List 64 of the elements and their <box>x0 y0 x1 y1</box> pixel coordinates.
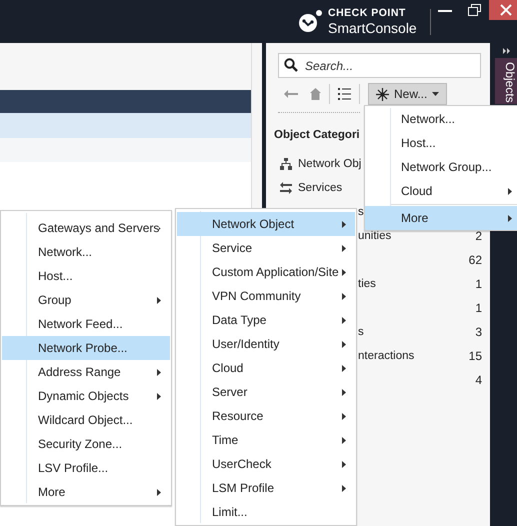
product-name: SmartConsole <box>328 21 417 36</box>
menu-item[interactable]: Network... <box>365 107 517 131</box>
menu-item[interactable]: LSV Profile... <box>2 456 170 480</box>
menu-item[interactable]: More <box>2 480 170 504</box>
category-item[interactable]: s <box>358 206 364 218</box>
brand-name: CHECK POINT <box>328 8 407 18</box>
search-field[interactable]: Search... <box>278 53 481 78</box>
restore-button[interactable] <box>468 4 481 16</box>
menu-item[interactable]: Dynamic Objects <box>2 384 170 408</box>
menu-item[interactable]: Service <box>177 236 355 260</box>
section-title: Object Categori <box>274 129 360 143</box>
new-button[interactable]: New... <box>368 83 448 105</box>
menu-item[interactable]: Network Group... <box>365 155 517 179</box>
menu-item[interactable]: User/Identity <box>177 332 355 356</box>
home-icon[interactable] <box>310 88 321 100</box>
category-item[interactable]: Services <box>298 182 342 194</box>
menu-item[interactable]: More <box>365 206 517 230</box>
star-icon <box>376 88 389 100</box>
side-tab[interactable]: Objects <box>495 58 517 104</box>
item-count: 4 <box>475 373 482 387</box>
item-count: 2 <box>475 229 482 243</box>
item-count: 1 <box>475 301 482 315</box>
menu-item[interactable]: Cloud <box>177 356 355 380</box>
menu-item[interactable]: Network Object <box>177 212 355 236</box>
category-item[interactable]: s <box>358 326 364 338</box>
item-count: 62 <box>468 253 482 267</box>
item-count: 15 <box>468 349 482 363</box>
logo-icon <box>298 10 322 34</box>
menu-item[interactable]: Gateways and Servers <box>2 216 170 240</box>
minimize-button[interactable] <box>438 8 452 12</box>
menu-item[interactable]: Resource <box>177 404 355 428</box>
menu-item[interactable]: Time <box>177 428 355 452</box>
menu-item[interactable]: Host... <box>365 131 517 155</box>
category-item[interactable]: Network Obj <box>298 158 362 170</box>
list-icon[interactable] <box>338 88 351 100</box>
category-item[interactable]: nteractions <box>358 350 414 362</box>
menu-item[interactable]: Network... <box>2 240 170 264</box>
menu-item[interactable]: Security Zone... <box>2 432 170 456</box>
menu-item[interactable]: Data Type <box>177 308 355 332</box>
menu-item[interactable]: VPN Community <box>177 284 355 308</box>
menu-item[interactable]: Host... <box>2 264 170 288</box>
close-button[interactable] <box>488 0 517 20</box>
expand-icon[interactable] <box>503 48 511 54</box>
menu-item[interactable]: Group <box>2 288 170 312</box>
category-item[interactable]: ties <box>358 278 376 290</box>
menu-item[interactable]: LSM Profile <box>177 476 355 500</box>
search-icon <box>284 58 298 72</box>
menu-item[interactable]: Network Probe... <box>2 336 170 360</box>
hierarchy-icon <box>280 158 292 170</box>
back-arrow-icon[interactable] <box>284 90 298 98</box>
menu-item[interactable]: Server <box>177 380 355 404</box>
menu-item[interactable]: Wildcard Object... <box>2 408 170 432</box>
menu-item[interactable]: Cloud <box>365 179 517 203</box>
menu-item[interactable]: Limit... <box>177 500 355 524</box>
menu-item[interactable]: Address Range <box>2 360 170 384</box>
menu-item[interactable]: Network Feed... <box>2 312 170 336</box>
arrows-icon <box>280 182 292 194</box>
item-count: 1 <box>475 277 482 291</box>
close-icon <box>500 4 512 16</box>
category-item[interactable]: unities <box>358 230 392 242</box>
item-count: 3 <box>475 325 482 339</box>
caret-icon <box>432 92 440 96</box>
menu-item[interactable]: UserCheck <box>177 452 355 476</box>
menu-item[interactable]: Custom Application/Site <box>177 260 355 284</box>
